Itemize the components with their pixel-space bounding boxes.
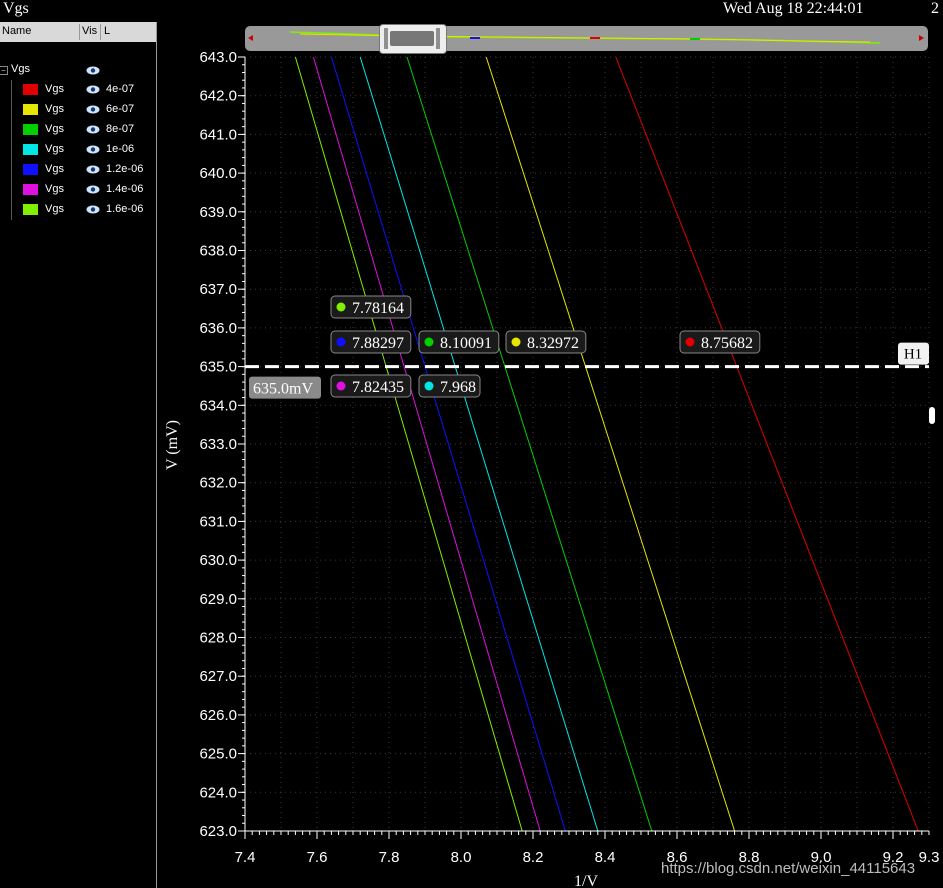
x-tick-label: 7.4 [235, 849, 256, 866]
marker-label: 8.75682 [679, 330, 761, 354]
y-tick-label: 640.0 [199, 165, 237, 182]
y-tick-label: 636.0 [199, 320, 237, 337]
marker-dot [336, 381, 346, 391]
x-tick-label: 8.2 [523, 849, 544, 866]
h1-label: H1 [904, 347, 922, 363]
marker-label: 7.82435 [330, 374, 412, 398]
watermark: https://blog.csdn.net/weixin_44115643 [661, 860, 916, 877]
series-line [294, 56, 523, 832]
plot-area[interactable]: 643.0 642.0 641.0 640.0 639.0 638.0 637.0 636.0… [0, 0, 943, 888]
h1-value-label: 635.0mV [253, 381, 313, 398]
y-tick-label: 641.0 [199, 126, 237, 143]
y-tick-label: 637.0 [199, 281, 237, 298]
y-tick-label: 643.0 [199, 49, 237, 66]
marker-value: 7.968 [440, 379, 476, 396]
marker-label: 7.78164 [330, 295, 412, 319]
series-line [312, 56, 541, 832]
marker-value: 8.10091 [440, 335, 492, 352]
y-tick-label: 630.0 [199, 552, 237, 569]
x-tick-label: 8.0 [451, 849, 472, 866]
series-line [615, 56, 919, 832]
x-tick-label: 9.3 [919, 849, 940, 866]
y-tick-label: 625.0 [199, 746, 237, 763]
y-tick-label: 633.0 [199, 436, 237, 453]
series-lines [294, 56, 919, 832]
marker-value: 7.78164 [352, 300, 404, 317]
marker-dot [424, 381, 434, 391]
y-tick-label: 638.0 [199, 243, 237, 260]
y-tick-label: 626.0 [199, 707, 237, 724]
marker-dot [336, 337, 346, 347]
y-tick-label: 629.0 [199, 591, 237, 608]
x-tick-label: 7.8 [379, 849, 400, 866]
y-tick-label: 642.0 [199, 88, 237, 105]
y-tick-label: 639.0 [199, 204, 237, 221]
y-tick-label: 631.0 [199, 513, 237, 530]
marker-dot [424, 337, 434, 347]
y-scroll-handle[interactable] [929, 407, 935, 424]
marker-labels: 7.78164 7.88297 8.10091 8.32972 8.75682 7.824… [330, 295, 761, 398]
x-tick-label: 7.6 [307, 849, 328, 866]
marker-value: 7.88297 [352, 335, 404, 352]
y-tick-label: 634.0 [199, 397, 237, 414]
marker-label: 8.32972 [505, 330, 587, 354]
marker-dot [685, 337, 695, 347]
marker-dot [336, 302, 346, 312]
y-tick-label: 632.0 [199, 475, 237, 492]
y-tick-label: 627.0 [199, 668, 237, 685]
y-axis-label: V (mV) [164, 420, 181, 470]
marker-dot [511, 337, 521, 347]
x-tick-label: 8.4 [595, 849, 616, 866]
marker-value: 8.75682 [701, 335, 753, 352]
y-tick-label: 623.0 [199, 823, 237, 840]
y-tick-label: 624.0 [199, 784, 237, 801]
y-tick-label: 628.0 [199, 630, 237, 647]
marker-label: 7.968 [418, 374, 481, 398]
marker-label: 7.88297 [330, 330, 412, 354]
marker-value: 7.82435 [352, 379, 404, 396]
y-tick-label: 635.0 [199, 359, 237, 376]
marker-value: 8.32972 [527, 335, 579, 352]
x-axis-label: 1/V [574, 873, 598, 888]
marker-label: 8.10091 [418, 330, 500, 354]
